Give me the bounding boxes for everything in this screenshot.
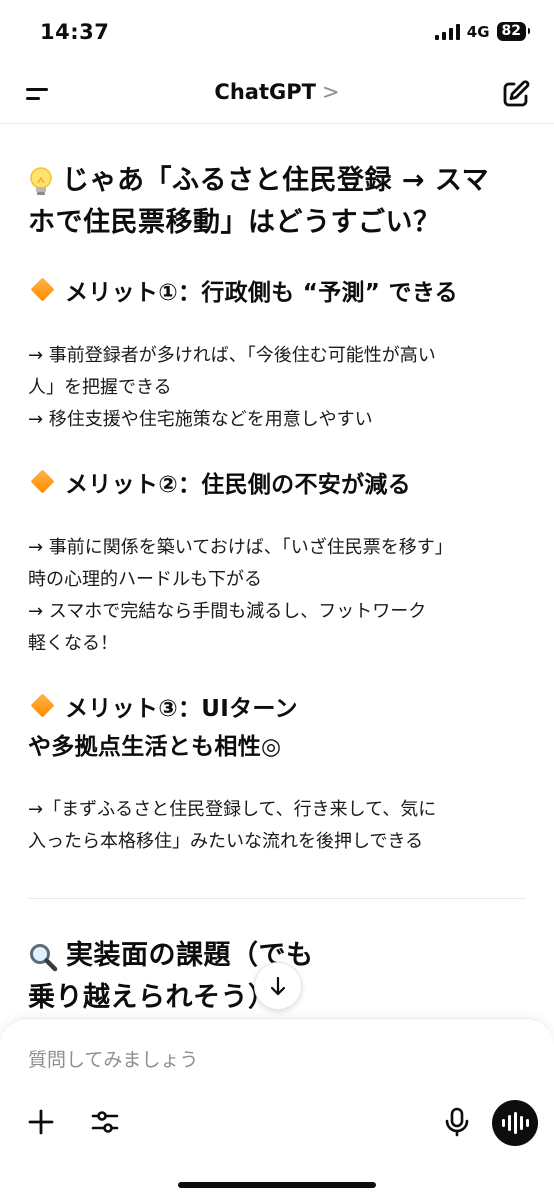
status-time: 14:37	[40, 20, 110, 44]
battery-icon: 82	[496, 22, 531, 41]
text-line: → スマホで完結なら手間も減るし、フットワーク	[28, 601, 427, 622]
text-line: → 事前登録者が多ければ、「今後住む可能性が高い	[28, 345, 436, 366]
merit-2-title: メリット②：住民側の不安が減る	[28, 466, 526, 504]
text-line: →「まずふるさと住民登録して、行き来して、気に	[28, 799, 437, 820]
model-selector[interactable]: ChatGPT >	[0, 80, 554, 104]
merit-1-title: メリット①：行政側も “予測” できる	[28, 274, 526, 312]
merit-3-title-line-2: や多拠点生活とも相性◎	[28, 734, 282, 760]
text-line: 人」を把握できる	[28, 377, 172, 398]
app-header: ChatGPT >	[0, 62, 554, 124]
orange-diamond-icon	[30, 469, 55, 494]
merit-3-title: メリット③：UIターン や多拠点生活とも相性◎	[28, 690, 526, 766]
new-chat-button[interactable]	[500, 78, 532, 110]
tools-button[interactable]	[88, 1105, 122, 1139]
merit-1-body: → 事前登録者が多ければ、「今後住む可能性が高い 人」を把握できる → 移住支援…	[28, 340, 526, 436]
sliders-icon	[91, 1111, 119, 1133]
orange-diamond-icon	[30, 277, 55, 302]
merit-3-body: →「まずふるさと住民登録して、行き来して、気に 入ったら本格移住」みたいな流れを…	[28, 794, 526, 858]
section-divider	[28, 898, 526, 899]
chat-message: じゃあ「ふるさと住民登録 → スマ ホで住民票移動」はどうすごい？ メリット①：…	[0, 124, 554, 1024]
network-type: 4G	[466, 22, 490, 41]
light-bulb-icon	[30, 166, 52, 195]
merit-2-title-text: メリット②：住民側の不安が減る	[65, 472, 411, 498]
home-indicator	[178, 1182, 376, 1188]
text-line: 軽くなる！	[28, 633, 118, 654]
heading-line-2: ホで住民票移動」はどうすごい？	[28, 207, 441, 238]
cellular-signal-icon	[434, 23, 460, 40]
message-input[interactable]: 質問してみましょう	[28, 1045, 198, 1072]
magnifying-glass-icon	[30, 943, 58, 971]
text-line: 時の心理的ハードルも下がる	[28, 569, 262, 590]
text-line: → 事前に関係を築いておけば、「いざ住民票を移す」	[28, 537, 453, 558]
status-bar: 14:37 4G 82	[0, 0, 554, 62]
compose-icon	[503, 80, 530, 107]
message-composer: 質問してみましょう	[0, 1018, 554, 1200]
arrow-down-icon	[270, 976, 286, 996]
microphone-icon	[445, 1107, 469, 1137]
heading-line-1: じゃあ「ふるさと住民登録 → スマ	[62, 165, 490, 196]
plus-icon	[28, 1109, 54, 1135]
status-indicators: 4G 82	[434, 22, 531, 41]
text-line: 入ったら本格移住」みたいな流れを後押しできる	[28, 831, 424, 852]
text-line: → 移住支援や住宅施策などを用意しやすい	[28, 409, 373, 430]
model-name: ChatGPT	[214, 80, 316, 104]
scroll-to-bottom-button[interactable]	[254, 962, 302, 1010]
voice-mode-button[interactable]	[492, 1100, 538, 1146]
orange-diamond-icon	[30, 693, 55, 718]
merit-1-title-text: メリット①：行政側も “予測” できる	[65, 280, 458, 306]
chevron-right-icon: >	[321, 80, 340, 104]
dictation-button[interactable]	[440, 1105, 474, 1139]
merit-3-title-line-1: メリット③：UIターン	[65, 696, 298, 722]
section-heading: じゃあ「ふるさと住民登録 → スマ ホで住民票移動」はどうすごい？	[28, 160, 526, 244]
merit-2-body: → 事前に関係を築いておけば、「いざ住民票を移す」 時の心理的ハードルも下がる …	[28, 532, 526, 660]
attach-button[interactable]	[24, 1105, 58, 1139]
